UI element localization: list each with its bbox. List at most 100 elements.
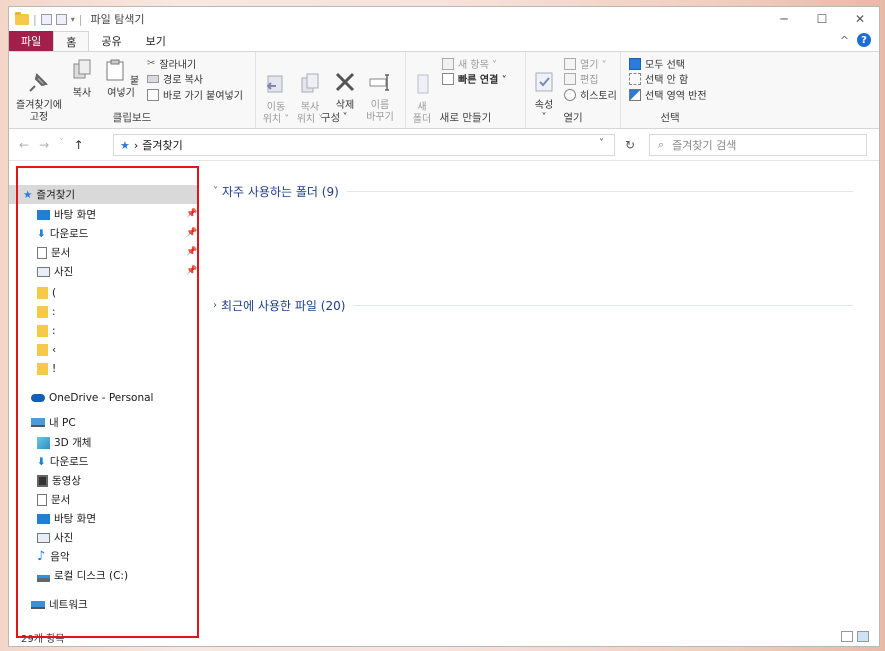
nav-item-documents[interactable]: 문서 bbox=[9, 243, 70, 262]
nav-network-label: 네트워크 bbox=[49, 599, 88, 611]
new-folder-qa-icon[interactable] bbox=[55, 13, 67, 25]
tab-share[interactable]: 공유 bbox=[89, 31, 133, 51]
copy-button[interactable]: 복사 bbox=[67, 58, 97, 100]
nav-3d-objects-label: 3D 개체 bbox=[54, 437, 92, 449]
nav-item-pc-downloads[interactable]: ⬇ 다운로드 bbox=[9, 452, 88, 471]
content-pane: ˅ 자주 사용하는 폴더 (9) › 최근에 사용한 파일 (20) bbox=[205, 163, 879, 633]
nav-item-folder-5[interactable]: ! bbox=[9, 359, 56, 378]
nav-item-pictures[interactable]: 사진 bbox=[9, 262, 73, 281]
history-button[interactable]: 히스토리 bbox=[564, 87, 617, 102]
address-bar[interactable]: ★ › 즐겨찾기 ˅ bbox=[113, 134, 615, 156]
collapse-ribbon-icon[interactable]: ^ bbox=[840, 34, 849, 47]
open-group: 속성 ˅ 열기 ˅ 편집 히스토리 열기 bbox=[526, 52, 621, 128]
help-icon[interactable]: ? bbox=[857, 33, 871, 47]
select-all-button[interactable]: 모두 선택 bbox=[629, 56, 685, 71]
nav-item-this-pc[interactable]: 내 PC bbox=[9, 413, 76, 432]
paste-button[interactable]: 붙여넣기 bbox=[99, 58, 143, 100]
pin-icon: 📌 bbox=[186, 247, 198, 257]
details-view-icon[interactable] bbox=[841, 631, 853, 642]
document-icon bbox=[37, 246, 47, 259]
paste-shortcut-button[interactable]: 바로 가기 붙여넣기 bbox=[147, 87, 243, 102]
nav-pc-pictures-label: 사진 bbox=[54, 532, 74, 544]
clipboard-group-label: 클립보드 bbox=[112, 112, 152, 124]
back-button[interactable]: ← bbox=[19, 138, 29, 152]
search-placeholder: 즐겨찾기 검색 bbox=[672, 139, 737, 152]
folder-app-icon bbox=[15, 11, 29, 25]
open-label: 열기 ˅ bbox=[580, 60, 607, 71]
edit-button[interactable]: 편집 bbox=[564, 71, 598, 86]
qa-separator-2: | bbox=[78, 12, 83, 26]
title-bar: | ▾ | 파일 탐색기 ─ ☐ ✕ bbox=[9, 7, 879, 31]
search-input[interactable]: ⌕ 즐겨찾기 검색 bbox=[649, 134, 867, 156]
tab-home[interactable]: 홈 bbox=[53, 31, 90, 51]
nav-item-quick-access[interactable]: ★ 즐겨찾기 bbox=[9, 185, 199, 204]
cube-3d-icon bbox=[37, 436, 50, 449]
up-button[interactable]: ↑ bbox=[74, 138, 84, 152]
forward-button[interactable]: → bbox=[39, 138, 49, 152]
maximize-button[interactable]: ☐ bbox=[803, 7, 841, 31]
nav-item-pc-documents[interactable]: 문서 bbox=[9, 490, 70, 509]
properties-qa-icon[interactable] bbox=[40, 13, 52, 25]
edit-label: 편집 bbox=[580, 75, 599, 86]
desktop-icon bbox=[37, 209, 50, 220]
nav-item-videos[interactable]: 동영상 bbox=[9, 471, 81, 490]
copy-label: 복사 bbox=[72, 88, 92, 99]
cut-button[interactable]: ✂ 잘라내기 bbox=[147, 56, 196, 71]
breadcrumb-quick-access[interactable]: 즐겨찾기 bbox=[142, 137, 182, 153]
select-all-label: 모두 선택 bbox=[645, 60, 685, 71]
large-icons-view-icon[interactable] bbox=[857, 631, 869, 642]
new-item-label: 새 항목 ˅ bbox=[458, 60, 497, 71]
minimize-button[interactable]: ─ bbox=[765, 7, 803, 31]
select-none-button[interactable]: 선택 안 함 bbox=[629, 71, 688, 86]
open-button[interactable]: 열기 ˅ bbox=[564, 56, 607, 71]
nav-item-folder-4[interactable]: ‹ bbox=[9, 340, 56, 359]
nav-folder-3-label: : bbox=[52, 324, 56, 337]
close-button[interactable]: ✕ bbox=[841, 7, 879, 31]
open-icon bbox=[564, 57, 576, 70]
cut-label: 잘라내기 bbox=[159, 60, 197, 71]
nav-item-onedrive[interactable]: OneDrive - Personal bbox=[9, 388, 153, 407]
copy-path-icon bbox=[147, 74, 159, 83]
nav-item-pc-desktop[interactable]: 바탕 화면 bbox=[9, 509, 96, 528]
nav-item-music[interactable]: ♪ 음악 bbox=[9, 547, 70, 566]
nav-item-folder-1[interactable]: ( bbox=[9, 283, 56, 302]
nav-item-local-disk[interactable]: 로컬 디스크 (C:) bbox=[9, 566, 128, 585]
copy-path-button[interactable]: 경로 복사 bbox=[147, 71, 203, 86]
nav-desktop-label: 바탕 화면 bbox=[54, 209, 96, 221]
nav-item-folder-2[interactable]: : bbox=[9, 302, 56, 321]
recent-files-title: 최근에 사용한 파일 (20) bbox=[221, 299, 346, 313]
desktop-icon bbox=[37, 513, 50, 524]
chevron-right-icon: › bbox=[213, 300, 217, 311]
refresh-button[interactable]: ↻ bbox=[619, 134, 641, 156]
new-item-button[interactable]: 새 항목 ˅ bbox=[442, 56, 497, 71]
copy-path-label: 경로 복사 bbox=[163, 75, 203, 86]
recent-files-header[interactable]: › 최근에 사용한 파일 (20) bbox=[213, 297, 853, 314]
tab-view[interactable]: 보기 bbox=[134, 31, 178, 51]
search-icon: ⌕ bbox=[658, 138, 665, 151]
file-explorer-window: | ▾ | 파일 탐색기 ─ ☐ ✕ 파일 홈 공유 보기 ^ ? 즐겨찾기에 … bbox=[8, 6, 880, 647]
frequent-folders-header[interactable]: ˅ 자주 사용하는 폴더 (9) bbox=[213, 183, 853, 200]
address-dropdown-icon[interactable]: ˅ bbox=[599, 138, 604, 149]
nav-item-downloads[interactable]: ⬇ 다운로드 bbox=[9, 224, 88, 243]
nav-this-pc-label: 내 PC bbox=[49, 417, 76, 429]
nav-item-desktop[interactable]: 바탕 화면 bbox=[9, 205, 96, 224]
nav-item-folder-3[interactable]: : bbox=[9, 321, 56, 340]
document-icon bbox=[37, 493, 47, 506]
select-group-label: 선택 bbox=[660, 112, 680, 124]
tab-file[interactable]: 파일 bbox=[9, 31, 54, 51]
rename-icon bbox=[369, 74, 389, 91]
network-icon bbox=[31, 600, 45, 609]
folder-icon bbox=[37, 305, 48, 318]
qa-customize-icon[interactable]: ▾ bbox=[71, 15, 75, 24]
easy-access-icon bbox=[442, 72, 454, 85]
nav-pictures-label: 사진 bbox=[54, 266, 74, 278]
nav-item-pc-pictures[interactable]: 사진 bbox=[9, 528, 73, 547]
nav-item-network[interactable]: 네트워크 bbox=[9, 595, 88, 614]
easy-access-button[interactable]: 빠른 연결 ˅ bbox=[442, 71, 507, 86]
easy-access-label: 빠른 연결 ˅ bbox=[458, 75, 507, 86]
computer-icon bbox=[31, 418, 45, 427]
pin-icon: 📌 bbox=[186, 266, 198, 276]
nav-item-3d-objects[interactable]: 3D 개체 bbox=[9, 433, 91, 452]
recent-locations-button[interactable]: ˅ bbox=[59, 138, 64, 152]
invert-selection-button[interactable]: 선택 영역 반전 bbox=[629, 87, 707, 102]
